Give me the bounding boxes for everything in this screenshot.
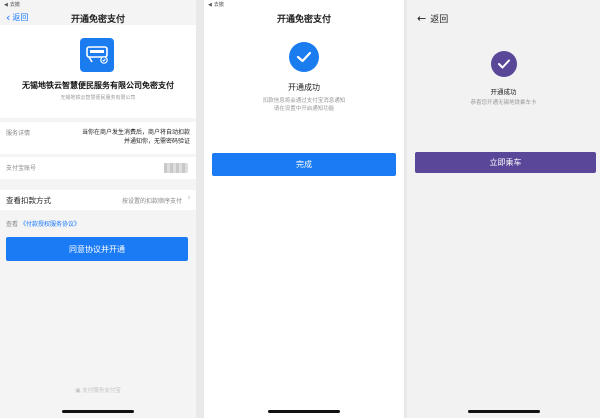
back-to-app-icon: ◀ — [4, 1, 8, 8]
back-label: 返回 — [430, 15, 449, 25]
alipay-account-row: 支付宝账号 — [0, 157, 196, 179]
method-value: 按设置的扣款顺序支付 — [121, 198, 182, 205]
footer-brand: ▣ 支付服务支付宝 — [0, 386, 196, 394]
footer-brand-text: 支付服务支付宝 — [82, 388, 121, 394]
nav-bar: ← 返回 — [407, 9, 600, 25]
back-to-app-icon: ◀ — [208, 1, 212, 8]
status-bar: ◀ 去撤 — [4, 1, 20, 9]
success-description: 恭喜您开通无锡地铁乘车卡 — [470, 100, 537, 106]
home-indicator — [268, 410, 340, 413]
status-bar-label: 去撤 — [9, 2, 20, 8]
success-description: 扣款信息将会通过支付宝消息通知 请在设置中开启通知功能 — [204, 97, 404, 113]
success-desc-line: 扣款信息将会通过支付宝消息通知 — [262, 98, 346, 104]
panel-divider — [196, 0, 204, 418]
ride-now-button[interactable]: 立即乘车 — [415, 152, 596, 173]
done-button[interactable]: 完成 — [212, 153, 396, 176]
home-indicator — [62, 410, 134, 413]
merchant-company: 无锡地铁云智慧便民服务有限公司 — [60, 95, 136, 101]
nav-bar: ‹ 返回 开通免密支付 — [0, 9, 196, 26]
page-title: 开通免密支付 — [70, 15, 125, 25]
success-desc-line: 请在设置中开启通知功能 — [273, 106, 335, 112]
success-title: 开通成功 — [288, 83, 320, 92]
merchant-name: 无锡地铁云智慧便民服务有限公司免密支付 — [22, 81, 174, 90]
arrow-left-icon: ← — [417, 12, 427, 25]
back-button[interactable]: ← 返回 — [417, 12, 448, 25]
agreement-link[interactable]: 《付款授权服务协议》 — [20, 221, 80, 228]
status-bar: ◀ 去撤 — [208, 1, 224, 9]
success-check-icon — [491, 51, 517, 77]
nav-bar: 开通免密支付 — [204, 9, 404, 25]
account-label: 支付宝账号 — [6, 165, 37, 172]
panel-open-password-free: ◀ 去撤 ‹ 返回 开通免密支付 无锡地铁云智慧便民服务有限公司免密支付 无锡地… — [0, 0, 196, 418]
success-title: 开通成功 — [490, 88, 517, 96]
chevron-right-icon: › — [187, 193, 191, 203]
merchant-card: 无锡地铁云智慧便民服务有限公司免密支付 无锡地铁云智慧便民服务有限公司 — [0, 25, 196, 118]
service-detail-row: 服务详情 当你在商户发生消费后，商户将自动扣款并通知你，无需密码验证 — [0, 122, 196, 154]
panel-metro-success: ← 返回 开通成功 恭喜您开通无锡地铁乘车卡 立即乘车 — [407, 0, 600, 418]
success-check-icon — [289, 42, 319, 72]
merchant-logo-icon — [80, 38, 114, 72]
agree-and-open-button[interactable]: 同意协议并开通 — [6, 237, 188, 261]
deduction-method-row[interactable]: 查看扣款方式 按设置的扣款顺序支付 › — [0, 190, 196, 210]
status-bar-label: 去撤 — [213, 2, 224, 8]
service-text: 当你在商户发生消费后，商户将自动扣款并通知你，无需密码验证 — [82, 129, 191, 145]
agreement-line: 查看 《付款授权服务协议》 — [6, 219, 80, 228]
method-label: 查看扣款方式 — [6, 196, 51, 205]
masked-account-value — [164, 163, 188, 173]
agreement-prefix: 查看 — [6, 221, 19, 228]
home-indicator — [467, 410, 540, 413]
page-title: 开通免密支付 — [276, 15, 331, 25]
service-label: 服务详情 — [6, 130, 31, 137]
panel-open-success: ◀ 去撤 开通免密支付 开通成功 扣款信息将会通过支付宝消息通知 请在设置中开启… — [204, 0, 404, 418]
